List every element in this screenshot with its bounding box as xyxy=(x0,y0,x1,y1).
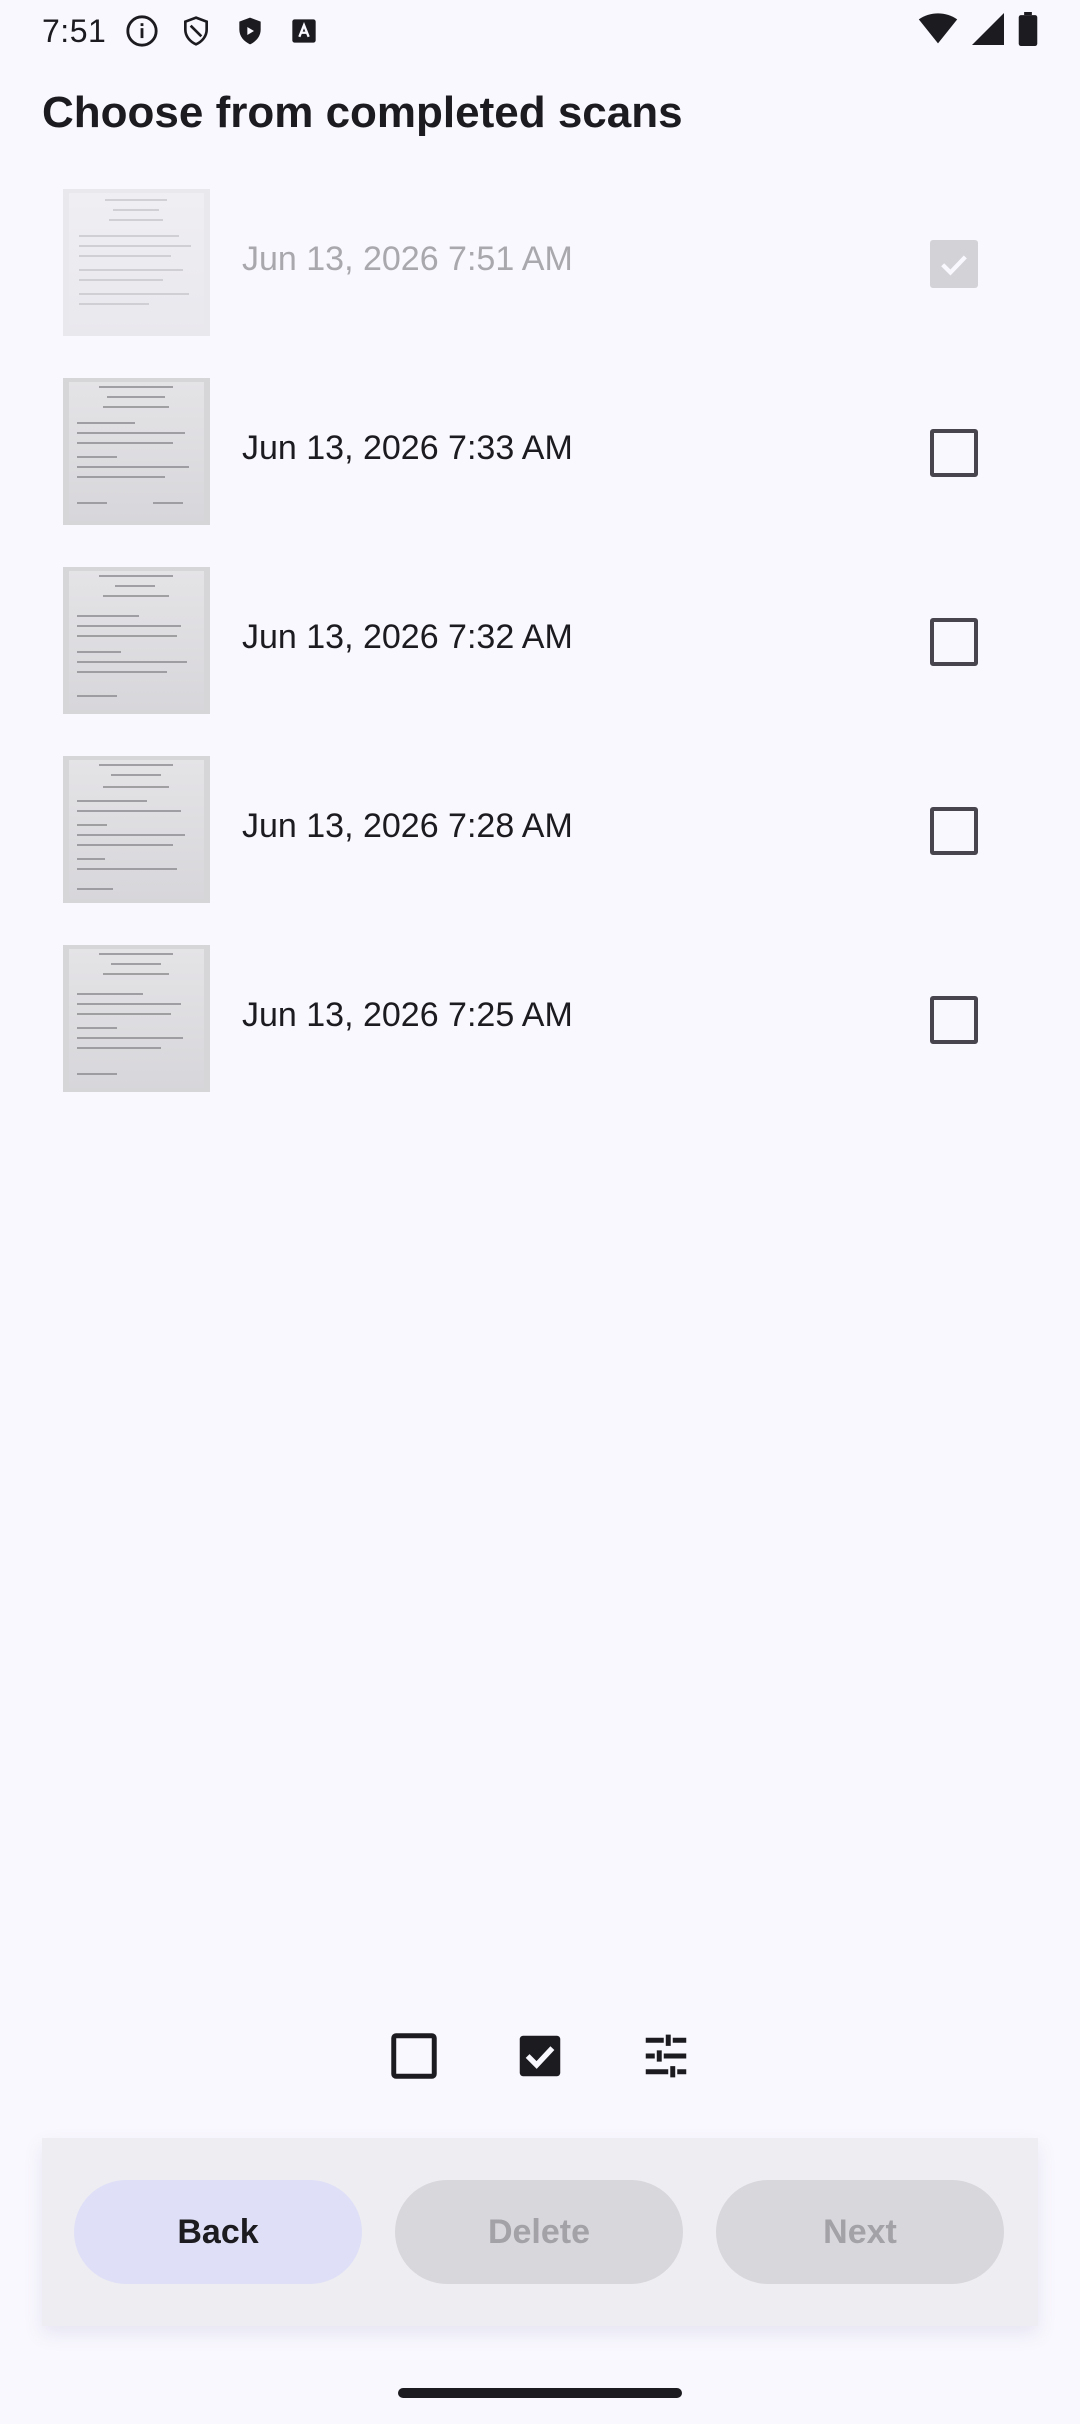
scan-thumbnail xyxy=(63,378,210,525)
scan-date: Jun 13, 2026 7:51 AM xyxy=(242,240,573,278)
deselect-all-icon[interactable] xyxy=(384,2026,444,2086)
scan-thumbnail xyxy=(63,189,210,336)
scan-row: Jun 13, 2026 7:51 AM xyxy=(0,186,1080,375)
status-left: 7:51 xyxy=(42,13,322,50)
selection-toolbar xyxy=(0,2026,1080,2086)
battery-icon xyxy=(1018,11,1038,51)
status-time: 7:51 xyxy=(42,12,107,49)
scan-date: Jun 13, 2026 7:32 AM xyxy=(242,618,573,656)
scan-row[interactable]: Jun 13, 2026 7:33 AM xyxy=(0,375,1080,564)
signal-icon xyxy=(972,12,1004,50)
wifi-icon xyxy=(918,12,958,50)
scan-date: Jun 13, 2026 7:28 AM xyxy=(242,807,573,845)
scan-picker-screen: 7:51 Choose from completed scans Jun 13,… xyxy=(0,0,1080,2424)
scan-checkbox[interactable] xyxy=(930,807,978,855)
gesture-navigation-bar[interactable] xyxy=(398,2388,682,2398)
shield-filled-icon xyxy=(232,13,268,49)
scan-thumbnail xyxy=(63,567,210,714)
scan-list: Jun 13, 2026 7:51 AM Jun 13, 2026 7:33 A… xyxy=(0,186,1080,1131)
scan-checkbox[interactable] xyxy=(930,996,978,1044)
scan-row[interactable]: Jun 13, 2026 7:32 AM xyxy=(0,564,1080,753)
scan-checkbox[interactable] xyxy=(930,618,978,666)
check-icon xyxy=(941,255,967,276)
scan-thumbnail xyxy=(63,756,210,903)
scan-date: Jun 13, 2026 7:25 AM xyxy=(242,996,573,1034)
scan-checkbox[interactable] xyxy=(930,429,978,477)
text-box-icon xyxy=(286,13,322,49)
shield-outline-icon xyxy=(178,13,214,49)
scan-checkbox xyxy=(930,240,978,288)
status-bar: 7:51 xyxy=(0,0,1080,62)
back-button[interactable]: Back xyxy=(74,2180,362,2284)
scan-date: Jun 13, 2026 7:33 AM xyxy=(242,429,573,467)
info-icon xyxy=(124,13,160,49)
select-all-icon[interactable] xyxy=(510,2026,570,2086)
scan-thumbnail xyxy=(63,945,210,1092)
filter-sliders-icon[interactable] xyxy=(636,2026,696,2086)
scan-row[interactable]: Jun 13, 2026 7:28 AM xyxy=(0,753,1080,942)
next-button[interactable]: Next xyxy=(716,2180,1004,2284)
delete-button[interactable]: Delete xyxy=(395,2180,683,2284)
status-right xyxy=(918,11,1038,51)
page-title: Choose from completed scans xyxy=(42,88,683,137)
action-bar: Back Delete Next xyxy=(42,2138,1038,2326)
scan-row[interactable]: Jun 13, 2026 7:25 AM xyxy=(0,942,1080,1131)
